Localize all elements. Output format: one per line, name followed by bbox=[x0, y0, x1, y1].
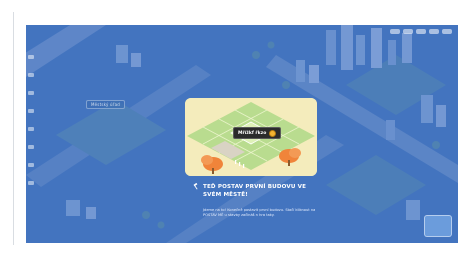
world-building-tag: Městský úřad bbox=[86, 100, 126, 109]
select-tile-button[interactable]: Mřížkf řkzo bbox=[233, 127, 282, 139]
rail-button[interactable] bbox=[28, 109, 34, 113]
dialog-description: Jdeme na to! Konečně postavit první budo… bbox=[203, 208, 316, 218]
dialog-title: Teď postav první budovu ve svém městě! bbox=[203, 184, 307, 198]
coin-icon bbox=[269, 129, 277, 137]
tutorial-dialog: Mřížkf řkzo Teď postav první budovu ve s… bbox=[185, 98, 317, 228]
hud-resource[interactable] bbox=[429, 29, 439, 34]
rail-button[interactable] bbox=[28, 127, 34, 131]
rail-button[interactable] bbox=[28, 163, 34, 167]
rail-button[interactable] bbox=[28, 55, 34, 59]
tutorial-illustration: Mřížkf řkzo bbox=[185, 98, 317, 176]
dialog-heading: Teď postav první budovu ve svém městě! bbox=[193, 183, 321, 199]
top-right-hud bbox=[390, 29, 452, 34]
hud-resource[interactable] bbox=[442, 29, 452, 34]
left-tool-rail bbox=[28, 55, 34, 225]
rail-button[interactable] bbox=[28, 181, 34, 185]
rail-button[interactable] bbox=[28, 145, 34, 149]
left-divider bbox=[13, 12, 14, 245]
select-tile-label: Mřížkf řkzo bbox=[238, 130, 267, 136]
minimap-button[interactable] bbox=[424, 215, 452, 237]
hud-resource[interactable] bbox=[416, 29, 426, 34]
hammer-icon bbox=[193, 183, 198, 190]
app-frame: Městský úřad Mřížkf řkzo TEĎ POSTAV PRVN… bbox=[0, 0, 470, 257]
rail-button[interactable] bbox=[28, 73, 34, 77]
hud-resource[interactable] bbox=[390, 29, 400, 34]
hud-resource[interactable] bbox=[403, 29, 413, 34]
rail-button[interactable] bbox=[28, 91, 34, 95]
